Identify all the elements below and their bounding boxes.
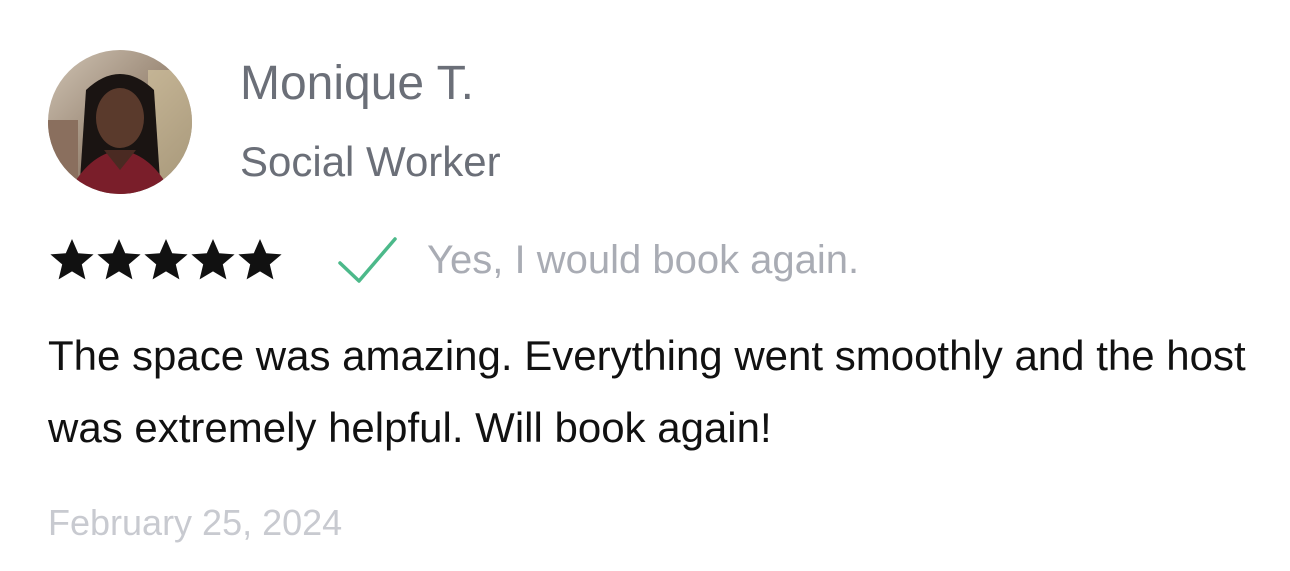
review-date: February 25, 2024 xyxy=(48,502,343,543)
reviewer-name: Monique T. xyxy=(240,57,474,110)
rating-row: Yes, I would book again. xyxy=(48,232,859,288)
star-icon xyxy=(191,239,235,280)
star-rating xyxy=(48,236,283,284)
review-card: Monique T. Social Worker Yes, I would bo… xyxy=(0,0,1290,571)
reviewer-avatar xyxy=(48,50,192,194)
star-icon xyxy=(50,239,94,280)
reviewer-job-title: Social Worker xyxy=(240,138,501,185)
star-icon xyxy=(144,239,188,280)
star-icon xyxy=(97,239,141,280)
star-icon xyxy=(238,239,282,280)
avatar-photo-icon xyxy=(48,50,192,194)
checkmark-icon xyxy=(338,237,397,283)
review-body: The space was amazing. Everything went s… xyxy=(48,332,1246,451)
would-book-again-label: Yes, I would book again. xyxy=(427,238,860,282)
